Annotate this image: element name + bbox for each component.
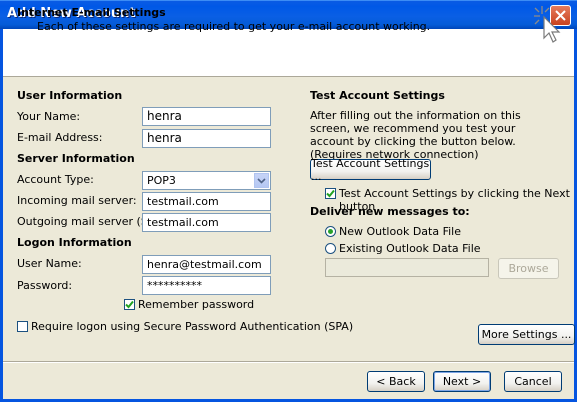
test-by-next-checkbox[interactable] [325, 188, 336, 199]
remember-password-checkbox[interactable] [124, 299, 135, 310]
logon-info-heading: Logon Information [17, 236, 132, 249]
next-button[interactable]: Next > [433, 371, 491, 392]
incoming-server-input[interactable]: testmail.com [142, 192, 271, 211]
data-file-path-input[interactable] [325, 258, 489, 277]
password-input[interactable]: ********** [142, 276, 271, 295]
cancel-button[interactable]: Cancel [504, 371, 562, 392]
dropdown-button[interactable] [254, 173, 269, 188]
test-account-settings-button[interactable]: Test Account Settings ... [310, 157, 431, 183]
more-settings-button[interactable]: More Settings ... [478, 324, 575, 345]
header-title: Internet E-mail Settings [17, 6, 166, 19]
account-type-label: Account Type: [17, 173, 94, 186]
incoming-server-label: Incoming mail server: [17, 194, 137, 207]
your-name-label: Your Name: [17, 110, 81, 123]
deliver-heading: Deliver new messages to: [310, 205, 470, 218]
remember-password-label[interactable]: Remember password [138, 298, 254, 311]
back-button[interactable]: < Back [367, 371, 425, 392]
checkmark-icon [125, 300, 134, 309]
new-data-file-radio[interactable] [325, 226, 336, 237]
account-type-value: POP3 [147, 174, 176, 187]
checkmark-icon [326, 189, 335, 198]
outgoing-server-input[interactable]: testmail.com [142, 213, 271, 232]
footer-divider [3, 361, 574, 363]
header-subtitle: Each of these settings are required to g… [37, 20, 431, 33]
chevron-down-icon [257, 177, 266, 184]
account-type-select[interactable]: POP3 [142, 171, 271, 190]
test-settings-heading: Test Account Settings [310, 89, 445, 102]
spa-checkbox[interactable] [17, 321, 28, 332]
new-data-file-label[interactable]: New Outlook Data File [339, 225, 461, 238]
spa-label[interactable]: Require logon using Secure Password Auth… [31, 320, 353, 333]
existing-data-file-radio[interactable] [325, 243, 336, 254]
username-input[interactable]: henra@testmail.com [142, 255, 271, 274]
server-info-heading: Server Information [17, 152, 135, 165]
email-input[interactable]: henra [142, 129, 271, 148]
browse-button[interactable]: Browse [498, 258, 559, 279]
password-label: Password: [17, 279, 73, 292]
existing-data-file-label[interactable]: Existing Outlook Data File [339, 242, 481, 255]
username-label: User Name: [17, 257, 82, 270]
wizard-header [3, 29, 574, 77]
email-label: E-mail Address: [17, 131, 103, 144]
cursor-sparkle-icon [534, 6, 561, 43]
test-settings-description: After filling out the information on thi… [310, 109, 521, 161]
your-name-input[interactable]: henra [142, 107, 271, 126]
user-info-heading: User Information [17, 89, 123, 102]
